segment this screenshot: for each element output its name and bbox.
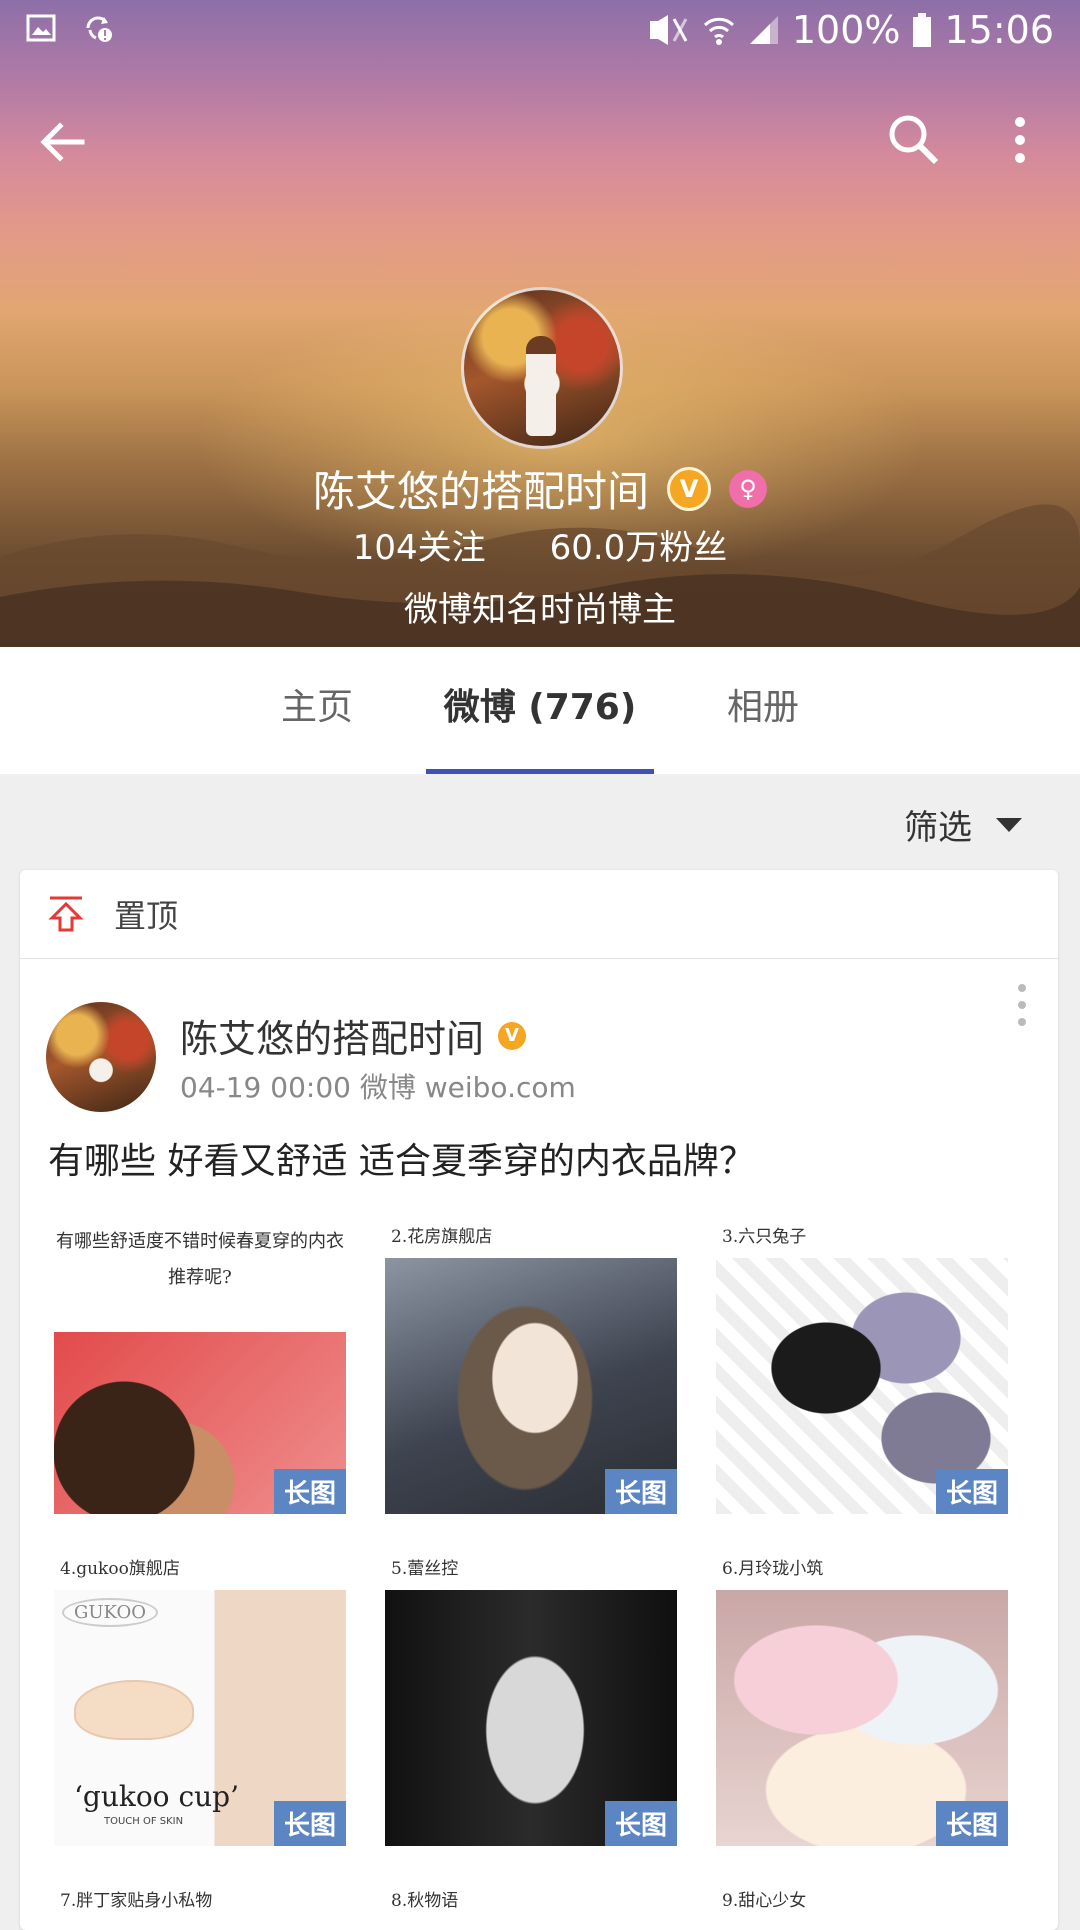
post-author-avatar[interactable]	[46, 1002, 156, 1112]
profile-bio: 微博知名时尚博主	[404, 590, 676, 630]
image-caption: 6.月玲珑小筑	[722, 1559, 824, 1579]
post-image-2[interactable]: 2.花房旗舰店 长图	[385, 1218, 681, 1520]
long-image-tag: 长图	[935, 1801, 1008, 1846]
post-author-name: 陈艾悠的搭配时间	[180, 1017, 485, 1061]
post-meta: 04-19 00:00 微博 weibo.com	[180, 1071, 576, 1104]
post-card: 置顶 陈艾悠的搭配时间 V 04-19 00:00 微博 weibo.com 有…	[20, 870, 1058, 1930]
post-image-9[interactable]: 9.甜心少女	[716, 1882, 1012, 1922]
long-image-tag: 长图	[273, 1801, 346, 1846]
product-shape	[74, 1680, 194, 1740]
post-header: 陈艾悠的搭配时间 V 04-19 00:00 微博 weibo.com	[46, 1002, 1026, 1112]
verified-badge-icon[interactable]: V	[667, 466, 711, 511]
wifi-icon	[703, 17, 734, 45]
post-image-6[interactable]: 6.月玲珑小筑 长图	[716, 1550, 1012, 1852]
post-image-7[interactable]: 7.胖丁家贴身小私物	[54, 1882, 350, 1922]
tab-home[interactable]: 主页	[212, 647, 422, 774]
verified-badge-icon: V	[498, 1021, 527, 1050]
image-caption: 2.花房旗舰店	[391, 1227, 493, 1247]
following-count[interactable]: 104关注	[353, 520, 486, 569]
search-icon[interactable]	[884, 110, 944, 170]
status-bar: 100% 15:06	[0, 0, 1080, 62]
signal-icon	[749, 16, 778, 44]
female-gender-icon: ♀	[729, 469, 767, 508]
post-image-5[interactable]: 5.蕾丝控 长图	[385, 1550, 681, 1852]
app-toolbar	[0, 100, 1080, 180]
post-image-4[interactable]: 4.gukoo旗舰店 GUKOO ‘gukoo cup’ TOUCH OF SK…	[54, 1550, 350, 1852]
more-vert-icon[interactable]	[1000, 110, 1040, 170]
post-more-icon[interactable]	[1016, 982, 1028, 1028]
pinned-label: 置顶	[114, 897, 179, 935]
image-caption: 3.六只兔子	[722, 1227, 807, 1247]
tab-album[interactable]: 相册	[658, 647, 868, 774]
long-image-tag: 长图	[273, 1469, 346, 1514]
clock: 15:06	[944, 8, 1054, 52]
post-author[interactable]: 陈艾悠的搭配时间 V	[180, 1008, 527, 1063]
battery-icon	[913, 13, 932, 47]
profile-name-row: 陈艾悠的搭配时间 V ♀	[0, 458, 1080, 519]
sync-alert-icon	[86, 16, 112, 42]
profile-stats: 104关注 60.0万粉丝	[0, 520, 1080, 569]
pin-top-icon	[48, 896, 84, 932]
image-caption: 5.蕾丝控	[391, 1559, 459, 1579]
profile-cover: 100% 15:06 陈艾悠的搭配时间 V ♀ 104关注 60.0万粉丝 微博…	[0, 0, 1080, 647]
image-caption: 4.gukoo旗舰店	[60, 1559, 180, 1579]
pinned-header: 置顶	[20, 870, 1058, 959]
image-caption: 8.秋物语	[391, 1891, 459, 1911]
filter-label: 筛选	[904, 808, 972, 848]
brand-logo: GUKOO	[62, 1598, 159, 1627]
post-image-8[interactable]: 8.秋物语	[385, 1882, 681, 1922]
long-image-tag: 长图	[935, 1469, 1008, 1514]
post-image-3[interactable]: 3.六只兔子 长图	[716, 1218, 1012, 1520]
image-caption: 7.胖丁家贴身小私物	[60, 1891, 213, 1911]
battery-level: 100%	[791, 8, 901, 52]
followers-count[interactable]: 60.0万粉丝	[550, 520, 728, 569]
post-text: 有哪些 好看又舒适 适合夏季穿的内衣品牌？	[48, 1141, 755, 1182]
profile-tabs: 主页 微博 (776) 相册	[0, 647, 1080, 774]
image-caption: 9.甜心少女	[722, 1891, 807, 1911]
profile-name: 陈艾悠的搭配时间	[312, 467, 649, 516]
gallery-icon	[26, 14, 56, 42]
post-image-1[interactable]: 有哪些舒适度不错时候春夏穿的内衣推荐呢? 长图	[54, 1218, 350, 1520]
product-text: ‘gukoo cup’	[74, 1780, 239, 1813]
mute-icon	[649, 15, 688, 45]
product-subtext: TOUCH OF SKIN	[104, 1816, 184, 1827]
long-image-tag: 长图	[604, 1469, 677, 1514]
image-question: 有哪些舒适度不错时候春夏穿的内衣推荐呢?	[56, 1231, 344, 1288]
filter-dropdown[interactable]: 筛选	[904, 800, 1022, 849]
back-arrow-icon[interactable]	[34, 112, 94, 172]
long-image-tag: 长图	[604, 1801, 677, 1846]
dropdown-arrow-icon	[996, 817, 1022, 832]
tab-weibo[interactable]: 微博 (776)	[422, 647, 658, 774]
profile-avatar[interactable]	[461, 287, 623, 449]
